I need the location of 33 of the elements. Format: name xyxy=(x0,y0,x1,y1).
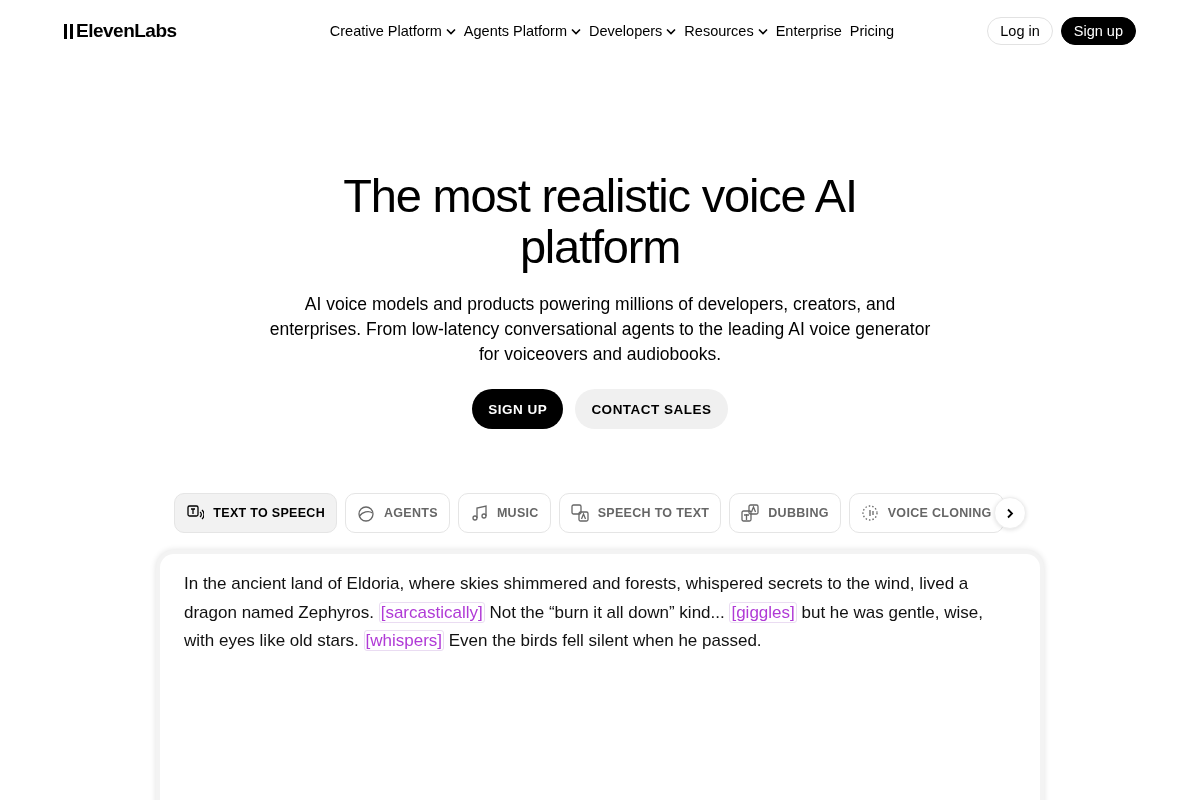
translate-icon xyxy=(741,504,760,522)
chevron-down-icon xyxy=(445,27,456,35)
hero-title: The most realistic voice AI platform xyxy=(342,170,858,272)
tab[interactable]: DUBBING xyxy=(729,493,841,533)
nav-link[interactable]: Creative Platform xyxy=(329,23,456,39)
tab[interactable]: TEXT TO SPEECH xyxy=(174,493,337,533)
chevron-down-icon xyxy=(757,27,768,35)
chevron-down-icon xyxy=(571,27,581,35)
globe-icon xyxy=(357,504,375,522)
speech-text-icon xyxy=(570,504,589,522)
editor-text: In the ancient land of Eldoria, where skies shimmered and forests, whispered secrets to the wind, lived a dragon named Zephyros. [sarcastically] Not the “burn it all down” kind... [giggles] but he was gentle, wise, with eyes like old stars. [whispers] Even the birds fell silent when he passed. xyxy=(184,573,984,653)
signup-button[interactable]: SIGN UP xyxy=(472,389,564,429)
nav-link[interactable]: Developers xyxy=(589,23,677,39)
text-speech-icon xyxy=(186,504,205,522)
tab[interactable]: MUSIC xyxy=(457,493,551,533)
sound-wave-icon xyxy=(860,504,879,522)
tab[interactable]: AGENTS xyxy=(345,493,450,533)
contact-sales-button[interactable]: CONTACT SALES xyxy=(575,389,728,429)
nav-link[interactable]: Enterprise xyxy=(775,23,842,39)
signup-button[interactable]: Sign up xyxy=(1060,17,1136,45)
music-note-icon xyxy=(469,504,488,522)
text-editor-card[interactable] xyxy=(156,550,1044,800)
nav-link[interactable]: Resources xyxy=(684,23,768,39)
logo-mark-icon xyxy=(64,23,73,39)
chevron-down-icon xyxy=(666,27,677,35)
tab[interactable]: VOICE CLONING xyxy=(848,493,1004,533)
nav-link[interactable]: Pricing xyxy=(849,23,895,39)
nav-link[interactable]: Agents Platform xyxy=(463,23,581,39)
tab[interactable]: SPEECH TO TEXT xyxy=(558,493,722,533)
hero-subtitle: AI voice models and products powering millions of developers, creators, and enterprises. From low-latency conversational agents to the leading AI voice generator for voiceovers and audiobooks. xyxy=(268,293,932,366)
logo-link[interactable]: ElevenLabs xyxy=(64,20,177,42)
chevron-right-icon xyxy=(1005,507,1014,519)
login-button[interactable]: Log in xyxy=(987,17,1053,45)
